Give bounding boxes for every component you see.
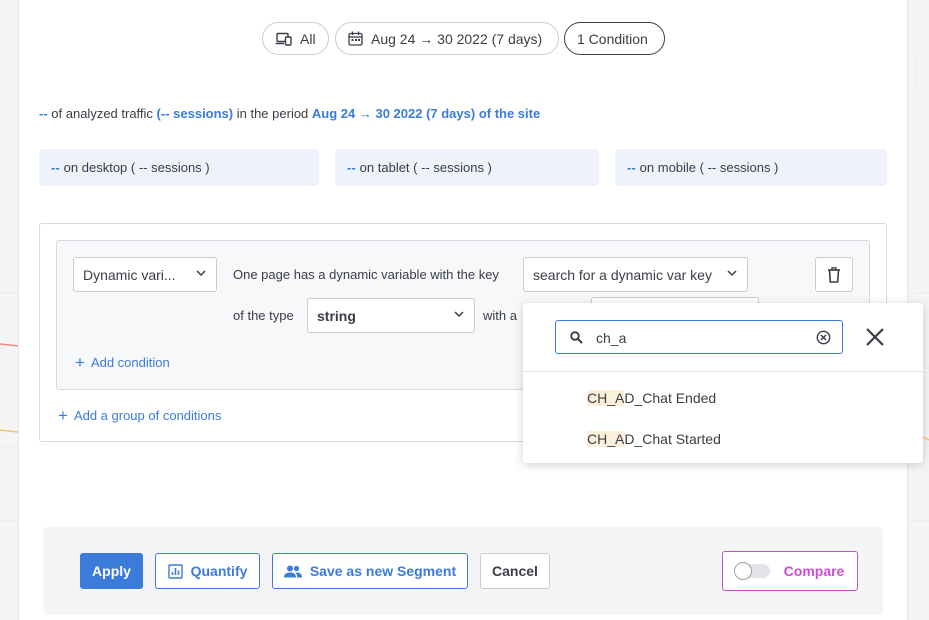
date-filter-chip[interactable]: Aug 24 → 30 2022 (7 days)	[335, 22, 559, 55]
mobile-value: --	[627, 160, 636, 175]
option-match: CH_A	[587, 390, 625, 406]
tablet-stat: -- on tablet ( -- sessions )	[335, 149, 599, 186]
desktop-text: on desktop ( -- sessions )	[63, 160, 210, 175]
cancel-label: Cancel	[492, 563, 538, 579]
add-condition-link[interactable]: + Add condition	[75, 353, 170, 372]
condition-filter-label: 1 Condition	[577, 30, 648, 47]
compare-label: Compare	[783, 563, 845, 579]
tablet-value: --	[347, 160, 356, 175]
save-segment-label: Save as new Segment	[309, 563, 457, 579]
trash-icon	[828, 266, 840, 283]
add-group-link[interactable]: + Add a group of conditions	[58, 406, 222, 425]
desktop-value: --	[51, 160, 60, 175]
quantify-button[interactable]: Quantify	[155, 553, 260, 589]
search-icon	[570, 331, 583, 344]
compare-button[interactable]: Compare	[722, 551, 858, 591]
condition-type-select[interactable]: Dynamic vari...	[73, 257, 217, 292]
traffic-summary: -- of analyzed traffic (-- sessions) in …	[39, 106, 540, 121]
delete-condition-button[interactable]	[815, 257, 853, 292]
save-segment-button[interactable]: Save as new Segment	[272, 553, 468, 589]
users-icon	[283, 565, 302, 577]
dynamic-var-key-select[interactable]: search for a dynamic var key	[523, 257, 748, 292]
apply-button[interactable]: Apply	[80, 553, 143, 589]
cancel-button[interactable]: Cancel	[480, 553, 550, 589]
summary-text1: of analyzed traffic	[47, 106, 157, 121]
condition-sentence-3: with a	[483, 308, 517, 323]
dropdown-divider	[523, 371, 923, 372]
value-type-value: string	[317, 307, 356, 324]
summary-period: Aug 24 → 30 2022 (7 days) of the site	[311, 106, 541, 121]
summary-prefix: --	[39, 106, 48, 121]
value-type-select[interactable]: string	[307, 298, 475, 333]
compare-toggle[interactable]	[733, 562, 770, 580]
plus-icon: +	[58, 406, 68, 425]
device-filter-chip[interactable]: All	[262, 22, 329, 55]
chevron-down-icon	[196, 270, 206, 277]
option-rest: D_Chat Started	[624, 431, 721, 447]
condition-filter-chip[interactable]: 1 Condition	[564, 22, 665, 55]
toggle-knob	[733, 562, 752, 580]
condition-sentence-2: of the type	[233, 308, 294, 323]
condition-sentence-1: One page has a dynamic variable with the…	[233, 267, 499, 282]
device-filter-label: All	[300, 30, 316, 47]
add-group-label: Add a group of conditions	[73, 408, 222, 423]
dynamic-var-key-value: search for a dynamic var key	[533, 266, 712, 283]
dropdown-option[interactable]: CH_AD_Chat Started	[587, 431, 721, 447]
quantify-label: Quantify	[190, 563, 248, 579]
summary-sessions: (-- sessions)	[156, 106, 234, 121]
calendar-icon	[348, 31, 363, 46]
close-icon[interactable]	[863, 325, 887, 349]
add-condition-label: Add condition	[90, 355, 170, 370]
dynamic-var-key-dropdown: ch_a CH_AD_Chat Ended CH_AD_Chat Started	[523, 303, 923, 463]
devices-icon	[275, 32, 292, 46]
option-match: CH_A	[587, 431, 625, 447]
option-rest: D_Chat Ended	[624, 390, 717, 406]
dropdown-search-value: ch_a	[596, 330, 627, 346]
desktop-stat: -- on desktop ( -- sessions )	[39, 149, 319, 186]
date-filter-label: Aug 24 → 30 2022 (7 days)	[371, 30, 543, 47]
summary-text2: in the period	[233, 106, 312, 121]
dropdown-search-input[interactable]: ch_a	[555, 320, 843, 354]
condition-type-value: Dynamic vari...	[83, 266, 176, 283]
chevron-down-icon	[727, 270, 737, 277]
dropdown-option[interactable]: CH_AD_Chat Ended	[587, 390, 716, 406]
mobile-stat: -- on mobile ( -- sessions )	[615, 149, 887, 186]
apply-label: Apply	[92, 563, 131, 579]
plus-icon: +	[75, 353, 85, 372]
bar-chart-icon	[167, 563, 183, 579]
chevron-down-icon	[454, 311, 464, 318]
clear-search-icon[interactable]	[816, 330, 831, 345]
mobile-text: on mobile ( -- sessions )	[639, 160, 779, 175]
tablet-text: on tablet ( -- sessions )	[359, 160, 492, 175]
